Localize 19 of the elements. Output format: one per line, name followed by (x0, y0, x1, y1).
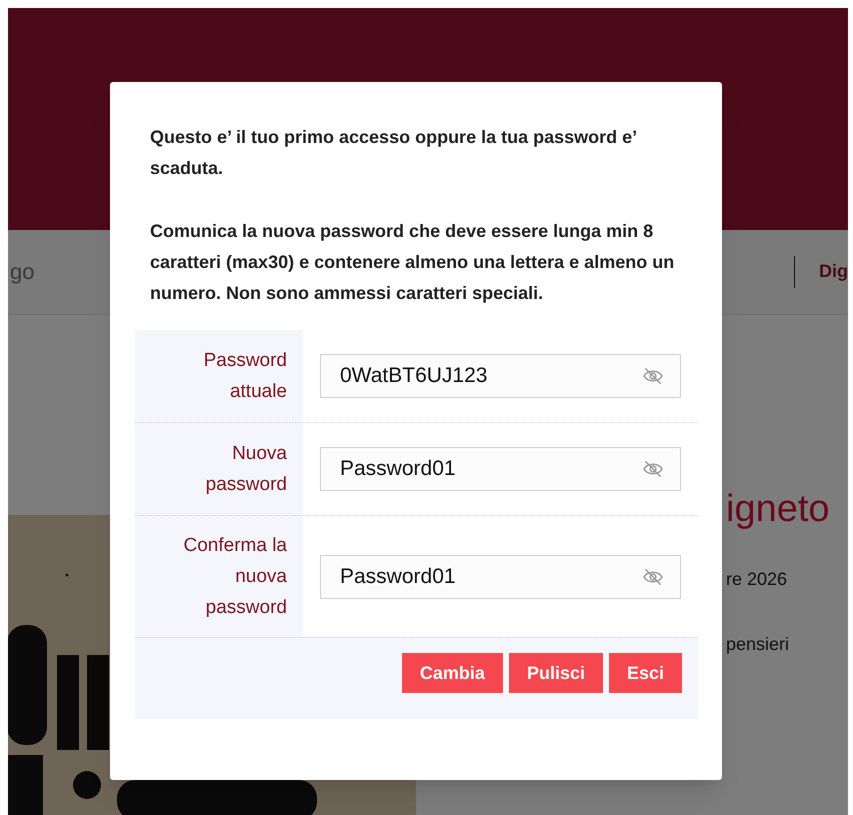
dialog-button[interactable]: Pulisci (508, 653, 603, 693)
field-label: Password attuale (202, 349, 287, 404)
intro-text: Questo e’ il tuo primo accesso oppure la tua password e’ scaduta. (149, 126, 638, 180)
page-heading: igneto (726, 490, 830, 528)
field-label: Nuova password (204, 442, 287, 497)
field-label: Conferma la nuova password (182, 534, 287, 620)
dialog-button[interactable]: Cambia (402, 653, 503, 693)
nav-link[interactable]: Dig (819, 258, 848, 286)
rules-text: Comunica la nuova password che deve essere lunga min 8 caratteri (max30) e contenere almeno una lettera e almeno un numero. Non sono ammessi caratteri speciali. (149, 220, 676, 305)
nav-text: go (10, 258, 34, 286)
hide-password-icon[interactable] (642, 460, 664, 478)
password-field[interactable]: 0WatBT6UJ123 (320, 354, 681, 398)
password-field[interactable]: Password01 (320, 447, 681, 491)
hide-password-icon[interactable] (642, 367, 664, 385)
hide-password-icon[interactable] (642, 568, 664, 586)
date-text: re 2026 (726, 568, 788, 591)
password-field[interactable]: Password01 (320, 554, 681, 598)
dialog-button[interactable]: Esci (608, 653, 682, 693)
body-text: pensieri (726, 633, 790, 656)
